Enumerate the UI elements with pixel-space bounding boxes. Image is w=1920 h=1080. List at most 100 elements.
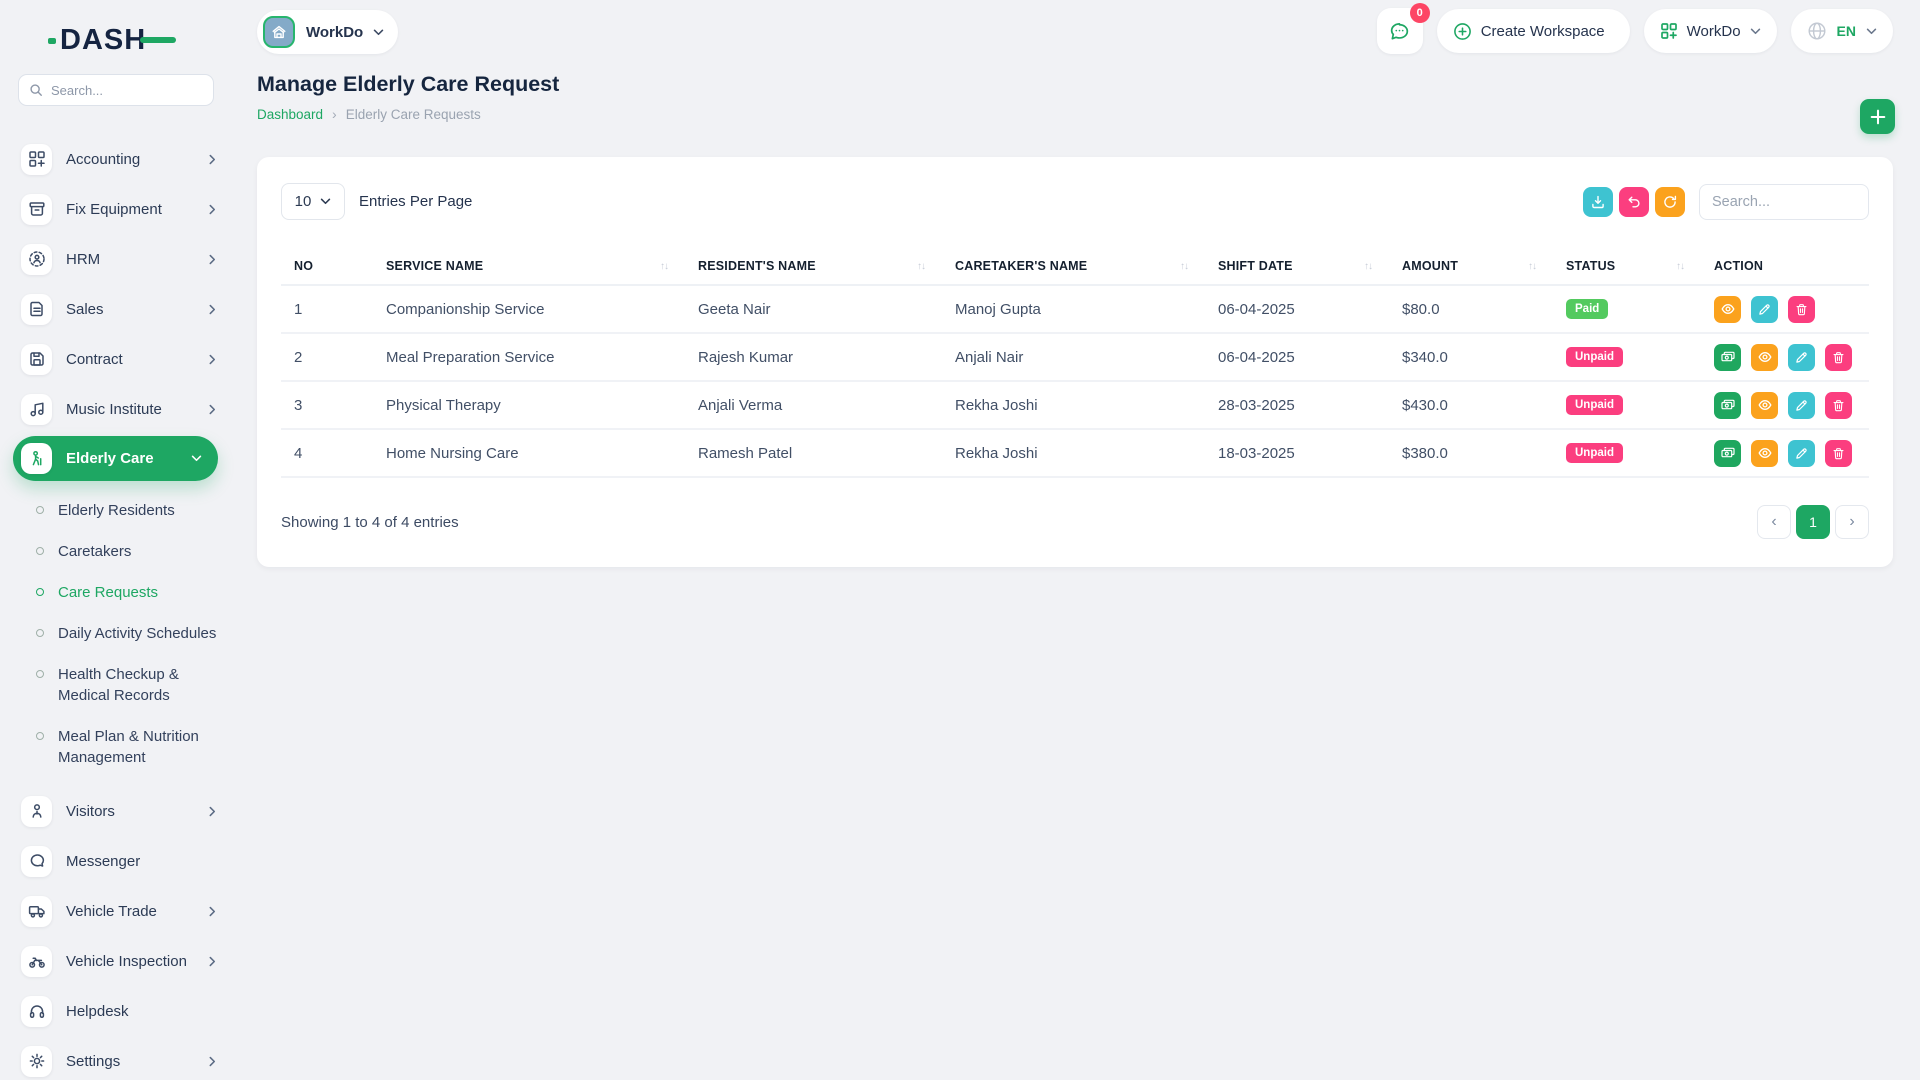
sidebar-item-music-institute[interactable]: Music Institute [0, 384, 232, 434]
invoice-button[interactable] [1714, 392, 1741, 419]
create-workspace-button[interactable]: Create Workspace [1437, 9, 1630, 53]
sidebar-item-label: Accounting [66, 151, 140, 168]
breadcrumb-current: Elderly Care Requests [346, 107, 481, 122]
sidebar-subitem-daily-activity-schedules[interactable]: Daily Activity Schedules [0, 613, 232, 654]
cell-no: 1 [281, 301, 386, 318]
sidebar-item-messenger[interactable]: Messenger [0, 836, 232, 886]
delete-button[interactable] [1788, 296, 1815, 323]
chevron-down-icon [320, 198, 331, 205]
sidebar-item-contract[interactable]: Contract [0, 334, 232, 384]
sidebar-item-vehicle-inspection[interactable]: Vehicle Inspection [0, 936, 232, 986]
delete-button[interactable] [1825, 440, 1852, 467]
sidebar-item-elderly-care[interactable]: Elderly Care [13, 436, 218, 481]
sidebar-item-sales[interactable]: Sales [0, 284, 232, 334]
helpdesk-icon [21, 996, 52, 1027]
sidebar-subitem-caretakers[interactable]: Caretakers [0, 531, 232, 572]
create-workspace-label: Create Workspace [1481, 23, 1605, 40]
sidebar-item-visitors[interactable]: Visitors [0, 786, 232, 836]
sort-icon[interactable]: ↑↓ [1364, 261, 1372, 272]
sidebar-subitem-label: Health Checkup & Medical Records [58, 664, 179, 706]
view-button[interactable] [1714, 296, 1741, 323]
pagination-next-button[interactable]: › [1835, 505, 1869, 539]
edit-button[interactable] [1788, 392, 1815, 419]
chevron-right-icon [209, 806, 216, 817]
globe-icon [1807, 21, 1827, 41]
topbar-actions: 0 Create Workspace WorkDo EN [1377, 8, 1893, 54]
refresh-button[interactable] [1655, 187, 1685, 217]
invoice-button[interactable] [1714, 344, 1741, 371]
chevron-right-icon [209, 404, 216, 415]
table-search-input[interactable] [1712, 194, 1856, 210]
cell-shift-date: 28-03-2025 [1218, 397, 1402, 414]
column-header-caretaker-s-name: CARETAKER'S NAME↑↓ [955, 259, 1218, 273]
bullet-icon [36, 670, 44, 678]
edit-button[interactable] [1751, 296, 1778, 323]
topbar: WorkDo 0 Create Workspace WorkDo EN [232, 0, 1920, 62]
sidebar-subitem-meal-plan-nutrition-management[interactable]: Meal Plan & Nutrition Management [0, 716, 232, 778]
sidebar-subitem-health-checkup-medical-records[interactable]: Health Checkup & Medical Records [0, 654, 232, 716]
entries-per-page-select[interactable]: 10 [281, 183, 345, 220]
sidebar-subitem-label: Meal Plan & Nutrition Management [58, 726, 199, 768]
breadcrumb-dashboard[interactable]: Dashboard [257, 107, 323, 122]
export-button[interactable] [1583, 187, 1613, 217]
sidebar-search [18, 74, 214, 106]
cell-service-name: Meal Preparation Service [386, 349, 698, 366]
chevron-right-icon [209, 154, 216, 165]
language-dropdown[interactable]: EN [1791, 9, 1893, 53]
delete-button[interactable] [1825, 392, 1852, 419]
pagination-prev-button[interactable]: ‹ [1757, 505, 1791, 539]
cell-no: 2 [281, 349, 386, 366]
sidebar-item-label: Contract [66, 351, 123, 368]
refresh-icon [1663, 195, 1677, 209]
column-header-no: NO [281, 259, 386, 273]
view-button[interactable] [1751, 440, 1778, 467]
sidebar-subitem-label: Elderly Residents [58, 500, 175, 521]
plus-icon [1870, 109, 1886, 125]
logo-accent-dash [140, 37, 176, 43]
logo: DASH [60, 24, 200, 56]
workspace-dropdown[interactable]: WorkDo [1644, 9, 1777, 53]
sidebar: DASH Accounting Fix EquipmentHRMSales Cont… [0, 0, 232, 1080]
search-icon [29, 83, 43, 97]
plus-circle-icon [1453, 22, 1472, 41]
sidebar-item-helpdesk[interactable]: Helpdesk [0, 986, 232, 1036]
sort-icon[interactable]: ↑↓ [1180, 261, 1188, 272]
sidebar-search-input[interactable] [51, 83, 201, 98]
view-button[interactable] [1751, 392, 1778, 419]
table-body: 1Companionship ServiceGeeta NairManoj Gu… [281, 286, 1869, 478]
cell-amount: $80.0 [1402, 301, 1566, 318]
sort-icon[interactable]: ↑↓ [1676, 261, 1684, 272]
workspace-switcher[interactable]: WorkDo [257, 10, 398, 54]
delete-button[interactable] [1825, 344, 1852, 371]
sidebar-item-label: Helpdesk [66, 1003, 129, 1020]
sort-icon[interactable]: ↑↓ [660, 261, 668, 272]
fix-equipment-icon [21, 194, 52, 225]
edit-button[interactable] [1788, 440, 1815, 467]
chevron-right-icon [209, 1056, 216, 1067]
pagination-page-1[interactable]: 1 [1796, 505, 1830, 539]
sidebar-item-accounting[interactable]: Accounting [0, 134, 232, 184]
sidebar-item-vehicle-trade[interactable]: Vehicle Trade [0, 886, 232, 936]
sidebar-subitem-elderly-residents[interactable]: Elderly Residents [0, 490, 232, 531]
vehicle-trade-icon [21, 896, 52, 927]
chevron-right-icon [209, 204, 216, 215]
sidebar-item-hrm[interactable]: HRM [0, 234, 232, 284]
add-care-request-button[interactable] [1860, 99, 1895, 134]
entries-summary: Showing 1 to 4 of 4 entries [281, 514, 459, 531]
reset-button[interactable] [1619, 187, 1649, 217]
chat-icon [1388, 20, 1411, 43]
logo-text: DASH [60, 24, 146, 56]
view-button[interactable] [1751, 344, 1778, 371]
sort-icon[interactable]: ↑↓ [1528, 261, 1536, 272]
cell-no: 4 [281, 445, 386, 462]
sidebar-item-label: Vehicle Inspection [66, 953, 187, 970]
edit-button[interactable] [1788, 344, 1815, 371]
sidebar-item-fix-equipment[interactable]: Fix Equipment [0, 184, 232, 234]
care-requests-card: 10 Entries Per Page NOSERVICE NAME↑↓RESI… [257, 157, 1893, 567]
sort-icon[interactable]: ↑↓ [917, 261, 925, 272]
cell-shift-date: 18-03-2025 [1218, 445, 1402, 462]
sidebar-subitem-care-requests[interactable]: Care Requests [0, 572, 232, 613]
notifications-button[interactable]: 0 [1377, 8, 1423, 54]
sidebar-item-settings[interactable]: Settings [0, 1036, 232, 1080]
invoice-button[interactable] [1714, 440, 1741, 467]
